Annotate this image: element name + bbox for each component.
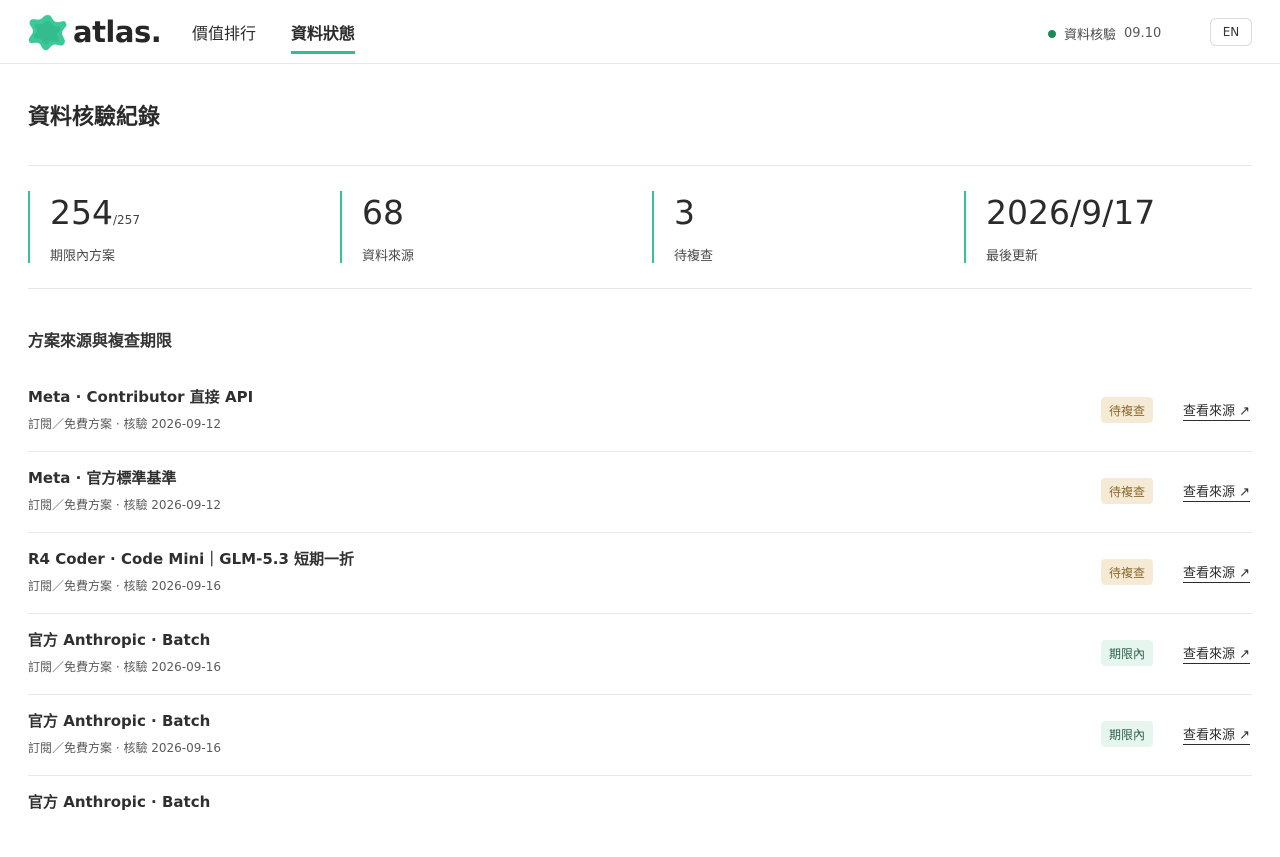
section-title: 方案來源與複查期限	[28, 331, 173, 350]
tab-value-ranking[interactable]: 價值排行	[192, 0, 256, 64]
view-source-link[interactable]: 查看來源 ↗	[1183, 724, 1251, 745]
stat-label: 待複查	[674, 249, 714, 264]
status-badge: 待複查	[1101, 397, 1153, 423]
main-nav: 價值排行 資料狀態	[192, 0, 390, 64]
table-row: 官方 Anthropic · Batch 訂閱／免費方案 · 核驗 2026-0…	[28, 614, 1252, 695]
plan-title: Meta · 官方標準基準	[28, 469, 177, 487]
stat-data-sources: 68 資料來源	[340, 191, 415, 264]
stat-number: 68	[362, 193, 404, 232]
plan-meta: 訂閱／免費方案 · 核驗 2026-09-16	[28, 741, 221, 755]
plan-title: Meta · Contributor 直接 API	[28, 388, 254, 406]
view-source-link[interactable]: 查看來源 ↗	[1183, 643, 1251, 664]
stat-value: 254/257	[50, 191, 140, 235]
stat-number: 2026/9/17	[986, 193, 1156, 232]
plan-title: R4 Coder · Code Mini｜GLM-5.3 短期一折	[28, 550, 355, 568]
plan-meta: 訂閱／免費方案 · 核驗 2026-09-12	[28, 417, 221, 431]
plan-meta: 訂閱／免費方案 · 核驗 2026-09-16	[28, 660, 221, 674]
view-source-link[interactable]: 查看來源 ↗	[1183, 400, 1251, 421]
status-dot-icon	[1048, 29, 1056, 38]
plan-meta: 訂閱／免費方案 · 核驗 2026-09-16	[28, 579, 221, 593]
view-source-link[interactable]: 查看來源 ↗	[1183, 562, 1251, 583]
top-bar: atlas. 價值排行 資料狀態 資料核驗 09.10 EN	[0, 0, 1280, 64]
status-badge: 待複查	[1101, 478, 1153, 504]
stat-last-updated: 2026/9/17 最後更新	[964, 191, 1155, 264]
stat-label: 資料來源	[362, 249, 415, 264]
atlas-logo-icon	[28, 15, 67, 51]
page-title: 資料核驗紀錄	[28, 105, 161, 130]
stat-label: 期限內方案	[50, 249, 116, 264]
divider	[28, 165, 1252, 166]
tab-data-status[interactable]: 資料狀態	[291, 0, 356, 64]
status-badge: 期限內	[1101, 640, 1153, 666]
stat-pending-review: 3 待複查	[652, 191, 714, 264]
status-time: 09.10	[1124, 26, 1162, 41]
stat-total: /257	[113, 213, 140, 227]
table-row: Meta · 官方標準基準 訂閱／免費方案 · 核驗 2026-09-12 待複…	[28, 452, 1252, 533]
table-row: 官方 Anthropic · Batch	[28, 776, 1252, 857]
stat-value: 2026/9/17	[986, 191, 1155, 235]
stat-number: 3	[674, 193, 695, 232]
divider	[28, 288, 1252, 289]
plan-title: 官方 Anthropic · Batch	[28, 712, 211, 730]
status-label: 資料核驗	[1064, 28, 1117, 43]
data-status-indicator: 資料核驗 09.10	[1048, 24, 1161, 43]
stat-value: 68	[362, 191, 414, 235]
logo[interactable]: atlas.	[28, 13, 162, 51]
stat-in-period-plans: 254/257 期限內方案	[28, 191, 140, 264]
stat-number: 254	[50, 193, 113, 232]
plan-title: 官方 Anthropic · Batch	[28, 631, 211, 649]
status-badge: 期限內	[1101, 721, 1153, 747]
table-row: Meta · Contributor 直接 API 訂閱／免費方案 · 核驗 2…	[28, 371, 1252, 452]
status-badge: 待複查	[1101, 559, 1153, 585]
view-source-link[interactable]: 查看來源 ↗	[1183, 481, 1251, 502]
stat-label: 最後更新	[986, 249, 1039, 264]
stat-value: 3	[674, 191, 713, 235]
table-row: R4 Coder · Code Mini｜GLM-5.3 短期一折 訂閱／免費方…	[28, 533, 1252, 614]
table-row: 官方 Anthropic · Batch 訂閱／免費方案 · 核驗 2026-0…	[28, 695, 1252, 776]
stats-row: 254/257 期限內方案 68 資料來源 3 待複查 2026/9/17 最後…	[28, 191, 1252, 264]
plan-meta: 訂閱／免費方案 · 核驗 2026-09-12	[28, 498, 221, 512]
logo-text: atlas.	[73, 15, 162, 49]
language-toggle-button[interactable]: EN	[1210, 18, 1252, 46]
plan-title: 官方 Anthropic · Batch	[28, 793, 211, 811]
